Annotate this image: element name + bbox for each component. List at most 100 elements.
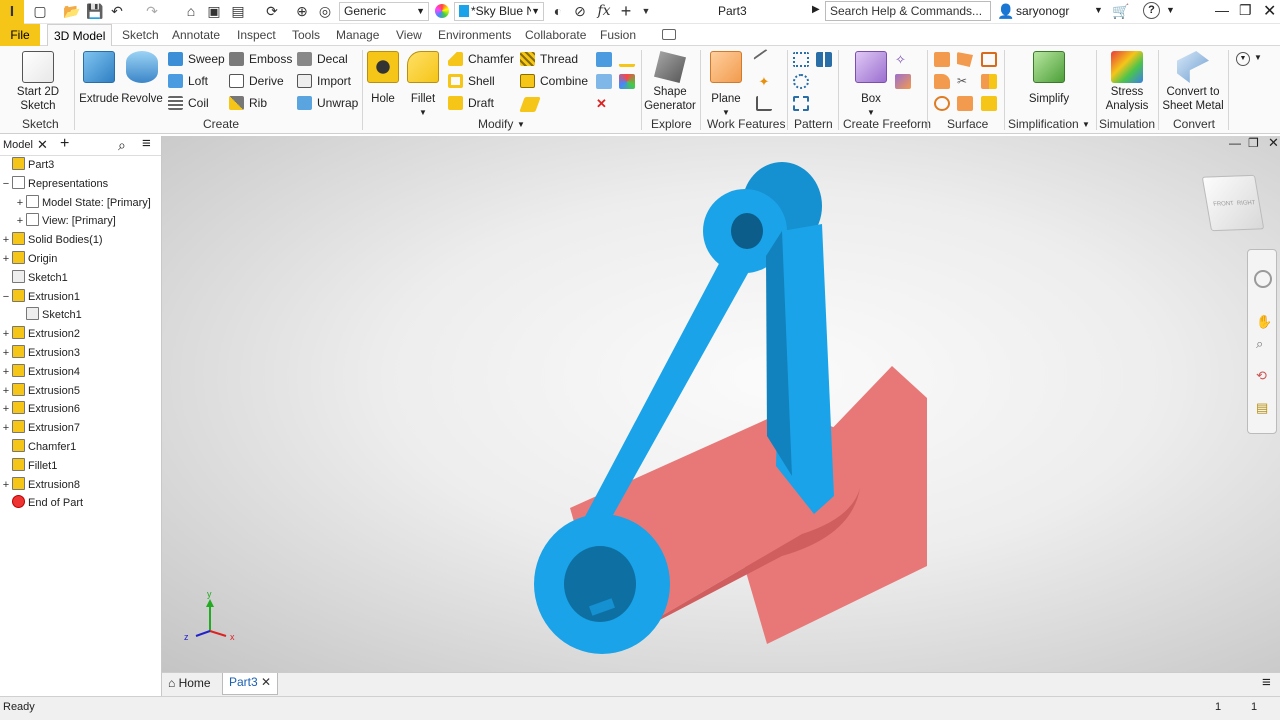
tab-environments[interactable]: Environments [436, 24, 513, 46]
edit-form-icon[interactable]: ✧ [895, 52, 911, 67]
browser-item[interactable]: Part3 [0, 156, 54, 175]
app-logo[interactable]: I [0, 0, 24, 24]
expand-icon[interactable]: + [0, 476, 12, 494]
ucs-icon[interactable] [756, 96, 772, 111]
zoom-icon[interactable]: ⌕ [1256, 336, 1263, 352]
expand-icon[interactable]: + [0, 419, 12, 437]
box-freeform-button[interactable]: Box ▼ [852, 51, 890, 120]
globe-icon[interactable]: ◎ [315, 2, 335, 20]
mirror-icon[interactable] [816, 52, 832, 67]
chevron-down-icon[interactable]: ▼ [1166, 5, 1175, 15]
loft-button[interactable]: Loft [168, 71, 208, 91]
redo-icon[interactable]: ↷ [142, 2, 162, 20]
appearance-dropdown[interactable]: *Sky Blue N ▼ [454, 2, 544, 21]
browser-item[interactable]: + Model State: [Primary] [14, 194, 151, 213]
close-icon[interactable]: ✕ [37, 137, 48, 153]
start-2d-sketch-button[interactable]: Start 2D Sketch [8, 51, 68, 113]
point-icon[interactable]: ✦ [756, 74, 772, 89]
undo-icon[interactable]: ↶ [107, 2, 127, 20]
tab-3d-model[interactable]: 3D Model [47, 24, 113, 46]
browser-item[interactable]: + Extrusion2 [0, 325, 80, 344]
browser-item[interactable]: + Solid Bodies(1) [0, 231, 103, 250]
tab-inspect[interactable]: Inspect [235, 24, 278, 46]
browser-item[interactable]: + Extrusion6 [0, 400, 80, 419]
search-expand-icon[interactable]: ▶ [812, 4, 820, 15]
sculpt-icon[interactable] [981, 52, 997, 67]
projects-icon[interactable]: ▣ [204, 2, 224, 20]
extrude-button[interactable]: Extrude [79, 51, 119, 106]
tab-annotate[interactable]: Annotate [170, 24, 222, 46]
search-input[interactable]: Search Help & Commands... [825, 1, 991, 21]
convert-to-sheet-metal-button[interactable]: Convert to Sheet Metal [1160, 51, 1226, 113]
maximize-view-icon[interactable]: ❐ [1248, 136, 1259, 150]
browser-item[interactable]: Fillet1 [0, 457, 57, 476]
patch-icon[interactable] [957, 52, 973, 67]
repair-icon[interactable] [981, 96, 997, 111]
open-file-icon[interactable]: 📂 [62, 2, 82, 20]
stress-analysis-button[interactable]: Stress Analysis [1102, 51, 1152, 113]
save-icon[interactable]: 💾 [85, 2, 105, 20]
stitch-icon[interactable] [934, 74, 950, 89]
steering-wheel-icon[interactable] [1254, 270, 1272, 288]
chevron-down-icon[interactable]: ▼ [517, 120, 525, 129]
tab-collaborate[interactable]: Collaborate [523, 24, 588, 46]
tab-view[interactable]: View [394, 24, 424, 46]
expand-icon[interactable]: + [14, 212, 26, 230]
fillet-button[interactable]: Fillet ▼ [406, 51, 440, 120]
minimize-view-icon[interactable]: — [1229, 136, 1241, 150]
shell-button[interactable]: Shell [448, 71, 495, 91]
panel-modify[interactable]: Modify [478, 117, 513, 131]
restore-icon[interactable]: ❐ [1239, 2, 1252, 19]
plane-button[interactable]: Plane ▼ [706, 51, 746, 120]
browser-item[interactable]: + Extrusion8 [0, 476, 80, 495]
tab-list-menu-icon[interactable]: ≡ [1262, 674, 1271, 691]
bend-part-icon[interactable] [619, 74, 635, 89]
direct-edit-icon[interactable] [619, 52, 635, 67]
quick-access-dropdown-icon[interactable]: ▼ [636, 2, 656, 20]
look-at-icon[interactable]: ▤ [1256, 400, 1268, 416]
close-icon[interactable]: ✕ [261, 675, 271, 689]
delete-face-icon[interactable]: ✕ [596, 96, 612, 111]
viewcube-front[interactable]: FRONT [1213, 201, 1234, 208]
shape-generator-button[interactable]: Shape Generator [644, 51, 696, 113]
cart-icon[interactable]: 🛒 [1112, 3, 1129, 20]
user-icon[interactable]: 👤 [997, 3, 1014, 20]
browser-item[interactable]: + Origin [0, 250, 57, 269]
thread-button[interactable]: Thread [520, 49, 578, 69]
collapse-icon[interactable]: − [0, 288, 12, 306]
thicken-icon[interactable] [934, 52, 950, 67]
browser-item[interactable]: End of Part [0, 494, 83, 513]
derive-button[interactable]: Derive [229, 71, 284, 91]
hole-button[interactable]: Hole [367, 51, 399, 106]
viewcube-right[interactable]: RIGHT [1237, 200, 1256, 207]
chevron-down-icon[interactable]: ▼ [1254, 53, 1262, 62]
unwrap-button[interactable]: Unwrap [297, 93, 358, 113]
simplify-button[interactable]: Simplify [1026, 51, 1072, 106]
fx-icon[interactable]: fx [594, 2, 614, 20]
combine-button[interactable]: Combine [520, 71, 588, 91]
adjust-icon[interactable]: ◐ [548, 2, 568, 20]
import-button[interactable]: Import [297, 71, 351, 91]
browser-item[interactable]: Sketch1 [0, 269, 68, 288]
image-icon[interactable]: ▤ [228, 2, 248, 20]
rib-button[interactable]: Rib [229, 93, 267, 113]
menu-icon[interactable]: ≡ [142, 135, 151, 152]
panel-simplification[interactable]: Simplification [1008, 117, 1079, 131]
copy-object-icon[interactable] [596, 74, 612, 89]
graphics-viewport[interactable]: FRONT RIGHT — ❐ ✕ ✋ ⌕ ⟲ ▤ y x z [162, 135, 1280, 672]
close-icon[interactable]: ✕ [1263, 1, 1276, 21]
axis-icon[interactable] [753, 48, 775, 71]
search-icon[interactable]: ⌕ [118, 137, 126, 154]
minimize-icon[interactable]: — [1215, 2, 1229, 18]
circular-pattern-icon[interactable] [793, 74, 809, 89]
new-file-icon[interactable]: ▢ [30, 2, 50, 20]
pan-icon[interactable]: ✋ [1256, 314, 1272, 330]
add-browser-icon[interactable]: + [60, 135, 69, 153]
expand-icon[interactable]: + [14, 194, 26, 212]
expand-icon[interactable]: + [0, 382, 12, 400]
chamfer-button[interactable]: Chamfer [448, 49, 514, 69]
home-tab[interactable]: ⌂ Home [168, 676, 211, 690]
close-view-icon[interactable]: ✕ [1268, 135, 1279, 151]
extend-icon[interactable] [957, 96, 973, 111]
emboss-button[interactable]: Emboss [229, 49, 292, 69]
